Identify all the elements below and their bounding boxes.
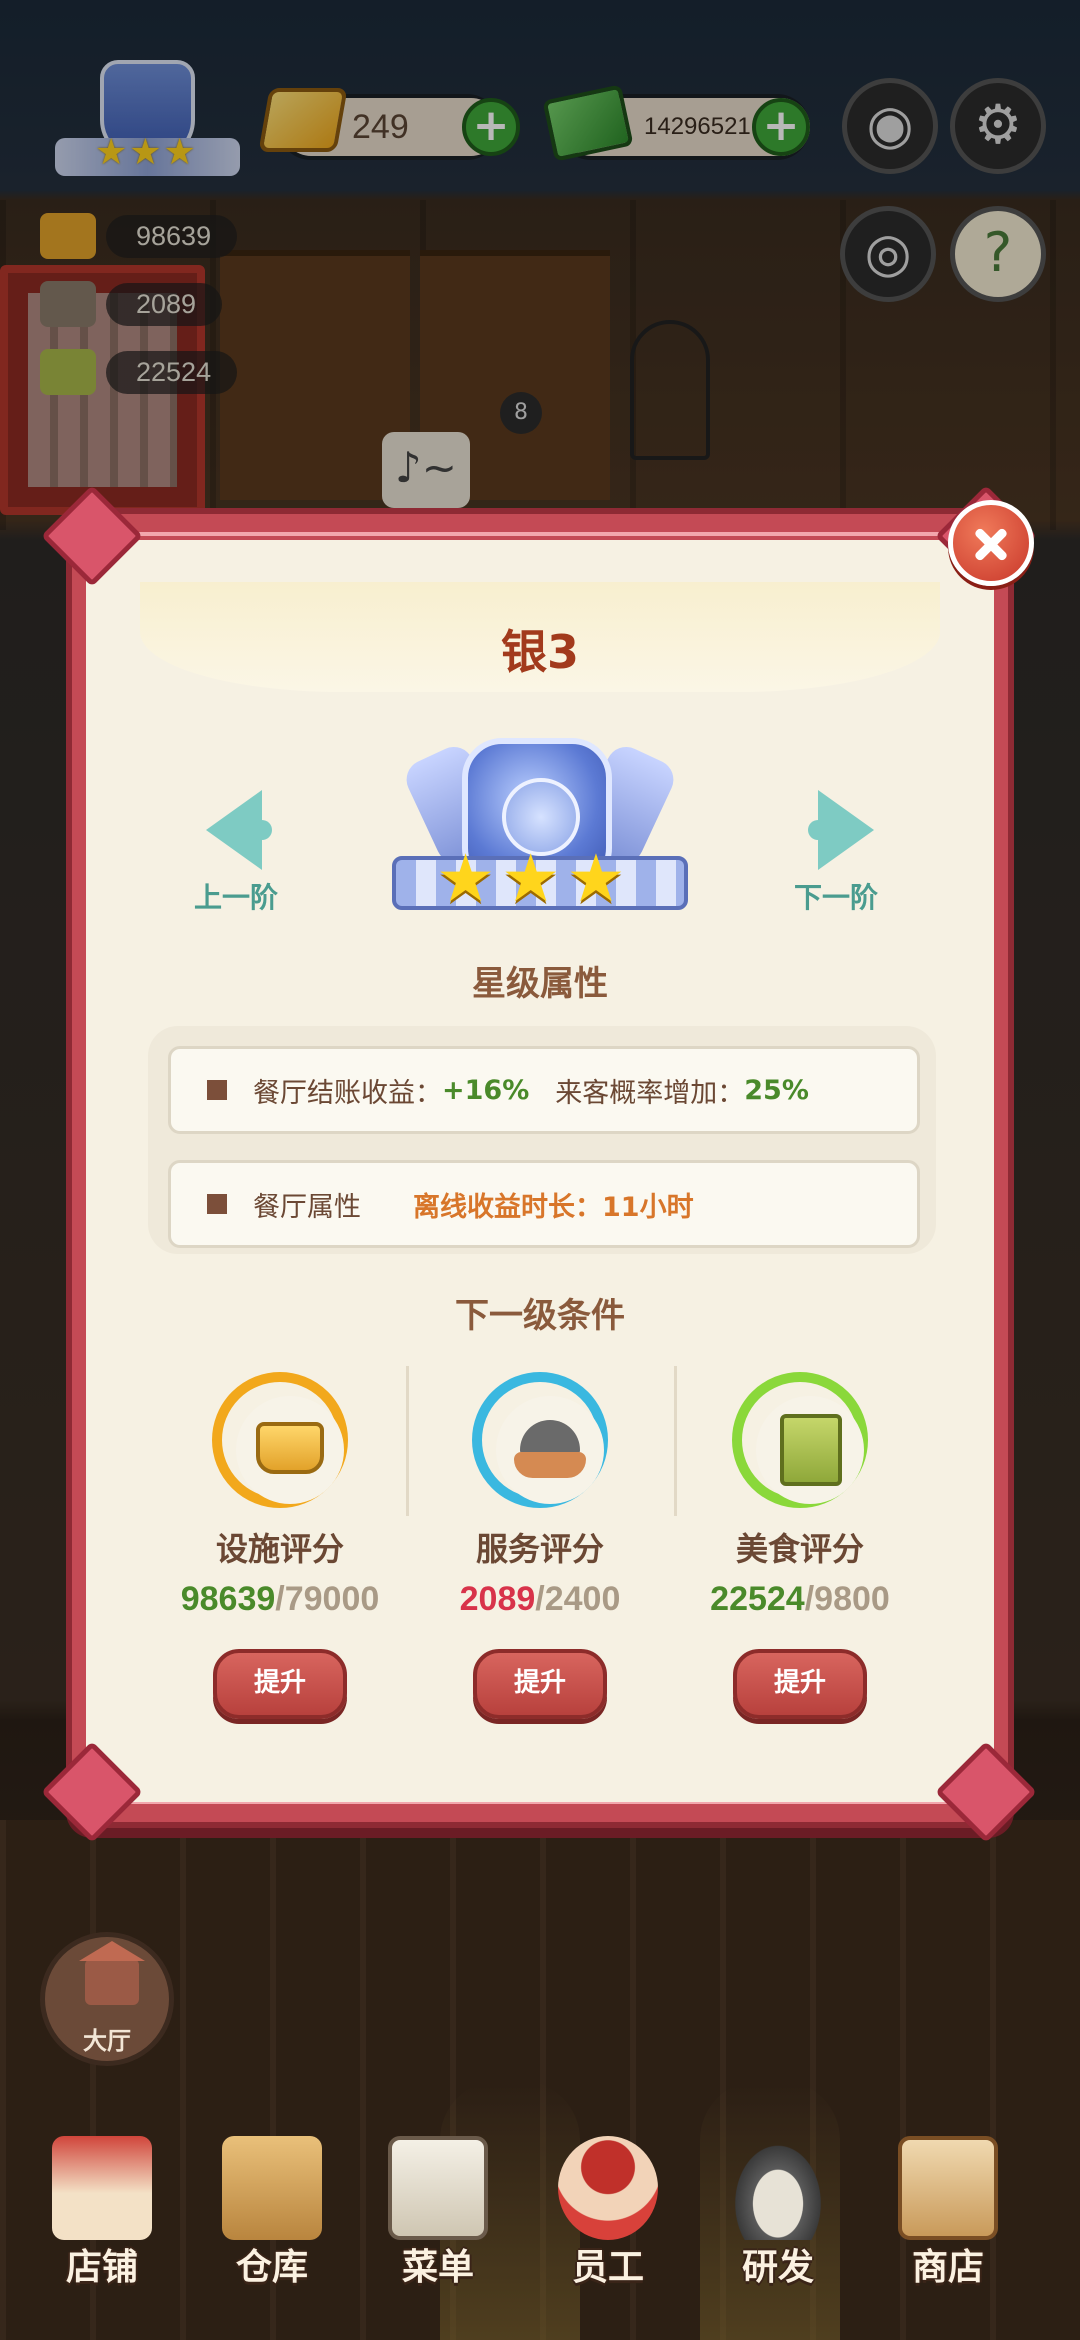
wok-icon	[728, 2136, 828, 2240]
bullet-square	[207, 1080, 227, 1100]
bullet-square	[207, 1194, 227, 1214]
hall-button[interactable]: 大厅	[40, 1932, 174, 2066]
nav-research-label: 研发	[741, 2247, 814, 2288]
staff-avatar-icon	[558, 2136, 658, 2240]
facility-score: 98639/79000	[180, 1580, 380, 1618]
nav-warehouse[interactable]: 仓库	[192, 2130, 352, 2330]
close-icon[interactable]	[948, 500, 1034, 586]
upgrade-service-button[interactable]: 提升	[473, 1649, 607, 1719]
service-label: 服务评分	[475, 1530, 604, 1568]
food-score: 22524/9800	[710, 1580, 890, 1618]
nav-store[interactable]: 店铺	[22, 2130, 182, 2330]
nav-menu[interactable]: 菜单	[358, 2130, 518, 2330]
conditions-heading: 下一级条件	[455, 1296, 625, 1336]
facility-condition: 设施评分 98639/79000 提升	[150, 1372, 410, 1719]
facility-ring	[212, 1372, 348, 1508]
service-score: 2089/2400	[459, 1580, 621, 1618]
visitor-rate-label: 来客概率增加：	[555, 1077, 745, 1109]
food-condition: 美食评分 22524/9800 提升	[670, 1372, 930, 1719]
service-condition: 服务评分 2089/2400 提升	[410, 1372, 670, 1719]
attribute-row-income: 餐厅结账收益： +16% 来客概率增加： 25%	[168, 1046, 920, 1134]
food-ring	[732, 1372, 868, 1508]
nav-store-label: 店铺	[65, 2247, 138, 2288]
boxes-icon	[222, 2136, 322, 2240]
medal-stars: ★★★	[436, 840, 632, 917]
service-cloche-icon	[512, 1416, 588, 1482]
prev-rank-label[interactable]: 上一阶	[194, 876, 278, 916]
upgrade-facility-button[interactable]: 提升	[213, 1649, 347, 1719]
rank-title: 银3	[500, 625, 579, 679]
hall-label: 大厅	[83, 2027, 131, 2055]
hall-house-icon	[79, 1941, 145, 2005]
nav-staff-label: 员工	[571, 2247, 644, 2288]
nav-research[interactable]: 研发	[698, 2130, 858, 2330]
attribute-row-offline: 餐厅属性 离线收益时长：11小时	[168, 1160, 920, 1248]
prev-rank-button[interactable]	[200, 790, 280, 880]
offline-income-value: 离线收益时长：11小时	[413, 1191, 694, 1223]
next-rank-label[interactable]: 下一阶	[794, 876, 878, 916]
nav-shop-label: 商店	[911, 2247, 984, 2288]
visitor-rate-value: 25%	[744, 1074, 809, 1106]
facility-label: 设施评分	[215, 1530, 344, 1568]
attributes-heading: 星级属性	[472, 964, 608, 1004]
service-ring	[472, 1372, 608, 1508]
checkout-income-label: 餐厅结账收益：	[253, 1077, 442, 1109]
restaurant-attribute-label: 餐厅属性	[253, 1191, 361, 1223]
storefront-icon	[52, 2136, 152, 2240]
clipboard-icon	[388, 2136, 488, 2240]
food-label: 美食评分	[735, 1530, 864, 1568]
shop-icon	[898, 2136, 998, 2240]
upgrade-food-button[interactable]: 提升	[733, 1649, 867, 1719]
food-book-icon	[780, 1414, 842, 1486]
checkout-income-value: +16%	[442, 1074, 530, 1106]
nav-warehouse-label: 仓库	[235, 2247, 308, 2288]
nav-menu-label: 菜单	[401, 2247, 474, 2288]
facility-icon	[256, 1422, 324, 1474]
next-rank-button[interactable]	[800, 790, 880, 880]
nav-shop[interactable]: 商店	[868, 2130, 1028, 2330]
silver-rank-medal: ★★★	[392, 730, 688, 930]
nav-staff[interactable]: 员工	[528, 2130, 688, 2330]
